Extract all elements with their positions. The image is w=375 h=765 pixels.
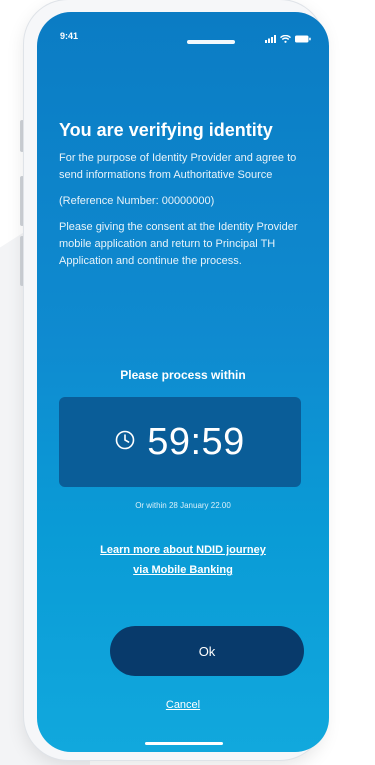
reference-number: (Reference Number: 00000000) — [59, 195, 215, 207]
countdown-timer: 59:59 — [147, 420, 245, 463]
purpose-text: For the purpose of Identity Provider and… — [59, 152, 297, 181]
battery-icon — [295, 30, 311, 48]
ok-button-label: Ok — [198, 643, 216, 659]
signal-icon — [265, 30, 276, 48]
status-time: 9:41 — [60, 31, 79, 41]
speaker-notch — [187, 40, 235, 44]
learn-more-line-1: Learn more about NDID journey — [100, 544, 266, 556]
status-bar: 9:41 — [37, 12, 329, 56]
home-indicator[interactable] — [145, 742, 223, 745]
clock-icon — [115, 430, 135, 455]
status-icons — [265, 30, 311, 48]
learn-more-link[interactable]: Learn more about NDID journey via Mobile… — [37, 540, 329, 580]
phone-screen: 9:41 You are verifying identity For the … — [37, 12, 329, 752]
ok-button[interactable]: Ok — [110, 626, 304, 676]
process-within-label: Please process within — [120, 368, 246, 382]
deadline-text: Or within 28 January 22.00 — [135, 501, 231, 510]
wifi-icon — [280, 30, 291, 48]
page-title: You are verifying identity — [59, 120, 273, 140]
consent-instructions: Please giving the consent at the Identit… — [59, 221, 298, 267]
cancel-link[interactable]: Cancel — [37, 699, 329, 711]
countdown-timer-card: 59:59 — [59, 397, 301, 487]
page: 9:41 You are verifying identity For the … — [0, 0, 375, 765]
learn-more-line-2: via Mobile Banking — [133, 564, 233, 576]
verification-content: You are verifying identity For the purpo… — [59, 120, 319, 279]
